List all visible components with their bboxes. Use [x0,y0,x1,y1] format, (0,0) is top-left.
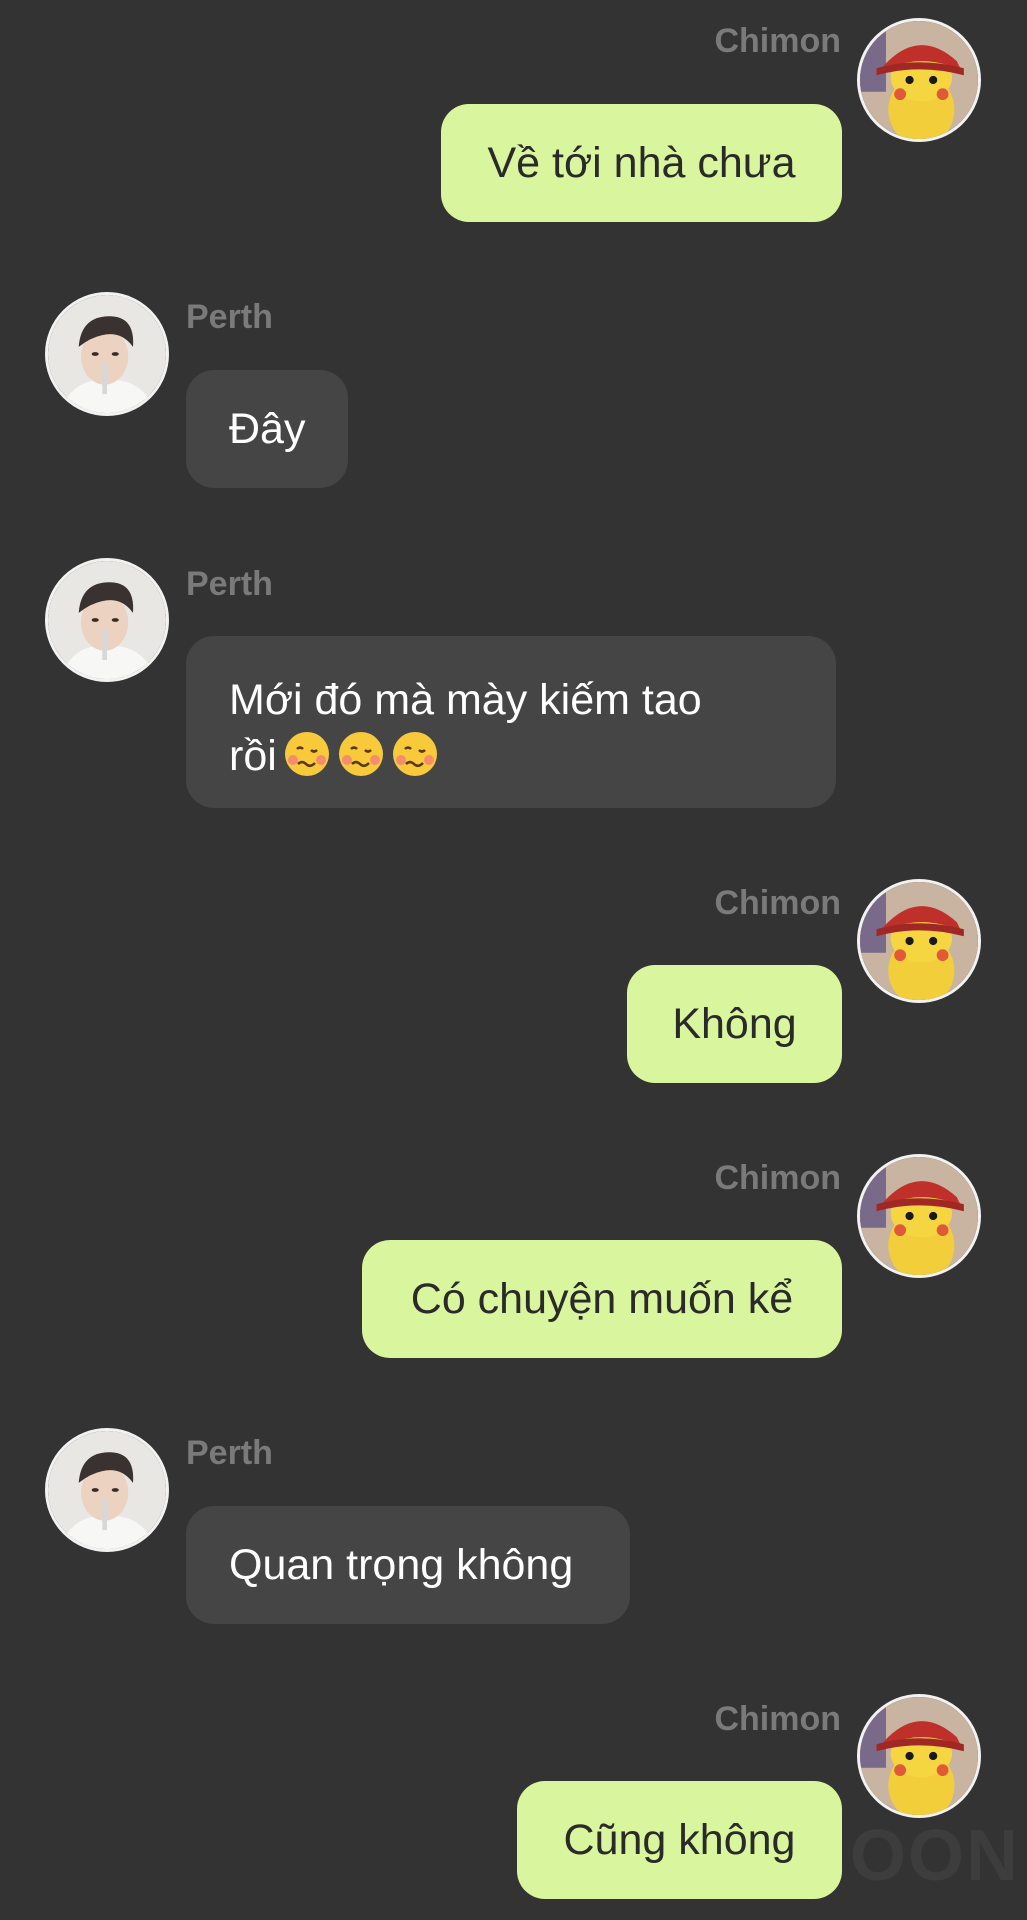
message-bubble[interactable]: Không [627,965,842,1083]
pikachu-avatar-image [860,1697,978,1815]
chimon-avatar[interactable] [857,18,981,142]
sender-name: Perth [186,565,273,603]
chimon-avatar[interactable] [857,1694,981,1818]
message-bubble[interactable]: Cũng không [517,1781,842,1899]
message-bubble[interactable]: Mới đó mà mày kiếm tao rồi [186,636,836,808]
sender-name: Perth [186,1434,273,1472]
sender-name: Perth [186,298,273,336]
pikachu-avatar-image [860,21,978,139]
sender-name: Chimon [714,1159,841,1197]
message-bubble[interactable]: Quan trọng không [186,1506,630,1624]
perth-avatar-image [48,295,166,413]
perth-avatar[interactable] [45,558,169,682]
woozy-face-icon [283,730,331,778]
perth-avatar-image [48,1431,166,1549]
pikachu-avatar-image [860,1157,978,1275]
sender-name: Chimon [714,22,841,60]
sender-name: Chimon [714,1700,841,1738]
watermark-logo: OON [850,1816,1021,1896]
chimon-avatar[interactable] [857,879,981,1003]
perth-avatar[interactable] [45,292,169,416]
message-bubble[interactable]: Có chuyện muốn kể [362,1240,842,1358]
pikachu-avatar-image [860,882,978,1000]
message-bubble[interactable]: Đây [186,370,348,488]
woozy-face-icon [391,730,439,778]
woozy-face-icon [337,730,385,778]
message-bubble[interactable]: Về tới nhà chưa [441,104,842,222]
perth-avatar[interactable] [45,1428,169,1552]
perth-avatar-image [48,561,166,679]
sender-name: Chimon [714,884,841,922]
chimon-avatar[interactable] [857,1154,981,1278]
